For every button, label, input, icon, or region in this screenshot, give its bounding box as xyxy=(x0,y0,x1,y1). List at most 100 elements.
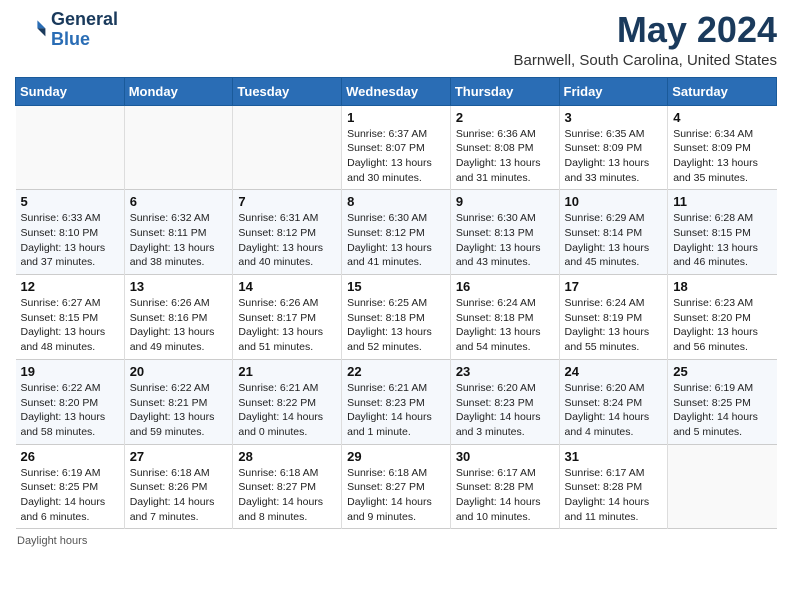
cell-info: Sunrise: 6:23 AM xyxy=(673,296,772,311)
day-number: 31 xyxy=(565,449,664,464)
subtitle: Barnwell, South Carolina, United States xyxy=(514,52,777,69)
cell-info: Sunset: 8:18 PM xyxy=(347,311,446,326)
calendar-cell: 18Sunrise: 6:23 AMSunset: 8:20 PMDayligh… xyxy=(668,275,777,360)
cell-info: Sunset: 8:12 PM xyxy=(347,226,446,241)
day-number: 10 xyxy=(565,194,664,209)
calendar-cell: 27Sunrise: 6:18 AMSunset: 8:26 PMDayligh… xyxy=(124,444,233,529)
calendar-cell xyxy=(16,105,125,190)
cell-info: Sunset: 8:17 PM xyxy=(238,311,337,326)
cell-info: Daylight: 13 hours and 58 minutes. xyxy=(21,410,120,439)
day-number: 5 xyxy=(21,194,120,209)
cell-info: Sunset: 8:27 PM xyxy=(238,480,337,495)
cell-info: Daylight: 13 hours and 46 minutes. xyxy=(673,241,772,270)
calendar-cell: 26Sunrise: 6:19 AMSunset: 8:25 PMDayligh… xyxy=(16,444,125,529)
cell-info: Sunset: 8:18 PM xyxy=(456,311,555,326)
calendar-header: SundayMondayTuesdayWednesdayThursdayFrid… xyxy=(16,77,777,105)
calendar-table: SundayMondayTuesdayWednesdayThursdayFrid… xyxy=(15,77,777,530)
day-number: 23 xyxy=(456,364,555,379)
cell-info: Daylight: 13 hours and 30 minutes. xyxy=(347,156,446,185)
cell-info: Sunset: 8:14 PM xyxy=(565,226,664,241)
cell-info: Sunset: 8:09 PM xyxy=(673,141,772,156)
calendar-cell: 16Sunrise: 6:24 AMSunset: 8:18 PMDayligh… xyxy=(450,275,559,360)
cell-info: Daylight: 13 hours and 37 minutes. xyxy=(21,241,120,270)
cell-info: Sunrise: 6:31 AM xyxy=(238,211,337,226)
calendar-cell: 10 Sunrise: 6:29 AMSunset: 8:14 PMDayligh… xyxy=(559,190,668,275)
cell-info: Sunrise: 6:29 AM xyxy=(565,211,664,226)
cell-info: Sunset: 8:15 PM xyxy=(673,226,772,241)
day-number: 7 xyxy=(238,194,337,209)
header-cell-wednesday: Wednesday xyxy=(342,77,451,105)
calendar-cell: 2Sunrise: 6:36 AMSunset: 8:08 PMDaylight… xyxy=(450,105,559,190)
calendar-cell: 9Sunrise: 6:30 AMSunset: 8:13 PMDaylight… xyxy=(450,190,559,275)
cell-info: Sunset: 8:08 PM xyxy=(456,141,555,156)
cell-info: Daylight: 14 hours and 6 minutes. xyxy=(21,495,120,524)
header-cell-tuesday: Tuesday xyxy=(233,77,342,105)
week-row-4: 19Sunrise: 6:22 AMSunset: 8:20 PMDayligh… xyxy=(16,359,777,444)
page-header: General Blue May 2024 Barnwell, South Ca… xyxy=(15,10,777,69)
day-number: 16 xyxy=(456,279,555,294)
calendar-cell: 31Sunrise: 6:17 AMSunset: 8:28 PMDayligh… xyxy=(559,444,668,529)
cell-info: Daylight: 14 hours and 9 minutes. xyxy=(347,495,446,524)
cell-info: Sunrise: 6:26 AM xyxy=(130,296,229,311)
week-row-3: 12Sunrise: 6:27 AMSunset: 8:15 PMDayligh… xyxy=(16,275,777,360)
calendar-cell: 30Sunrise: 6:17 AMSunset: 8:28 PMDayligh… xyxy=(450,444,559,529)
header-cell-sunday: Sunday xyxy=(16,77,125,105)
cell-info: Sunset: 8:20 PM xyxy=(673,311,772,326)
cell-info: Sunrise: 6:18 AM xyxy=(347,466,446,481)
day-number: 22 xyxy=(347,364,446,379)
calendar-cell: 8Sunrise: 6:30 AMSunset: 8:12 PMDaylight… xyxy=(342,190,451,275)
cell-info: Sunset: 8:24 PM xyxy=(565,396,664,411)
header-cell-monday: Monday xyxy=(124,77,233,105)
day-number: 13 xyxy=(130,279,229,294)
day-number: 9 xyxy=(456,194,555,209)
cell-info: Sunset: 8:23 PM xyxy=(456,396,555,411)
cell-info: Daylight: 13 hours and 51 minutes. xyxy=(238,325,337,354)
cell-info: Sunset: 8:26 PM xyxy=(130,480,229,495)
cell-info: Daylight: 13 hours and 33 minutes. xyxy=(565,156,664,185)
cell-info: Daylight: 13 hours and 43 minutes. xyxy=(456,241,555,270)
cell-info: Sunrise: 6:18 AM xyxy=(130,466,229,481)
day-number: 3 xyxy=(565,110,664,125)
calendar-cell: 7Sunrise: 6:31 AMSunset: 8:12 PMDaylight… xyxy=(233,190,342,275)
header-cell-friday: Friday xyxy=(559,77,668,105)
cell-info: Sunset: 8:07 PM xyxy=(347,141,446,156)
cell-info: Daylight: 14 hours and 5 minutes. xyxy=(673,410,772,439)
cell-info: Daylight: 13 hours and 54 minutes. xyxy=(456,325,555,354)
cell-info: Sunrise: 6:22 AM xyxy=(130,381,229,396)
calendar-cell: 23Sunrise: 6:20 AMSunset: 8:23 PMDayligh… xyxy=(450,359,559,444)
calendar-cell: 25Sunrise: 6:19 AMSunset: 8:25 PMDayligh… xyxy=(668,359,777,444)
cell-info: Sunset: 8:11 PM xyxy=(130,226,229,241)
cell-info: Sunset: 8:15 PM xyxy=(21,311,120,326)
cell-info: Daylight: 13 hours and 55 minutes. xyxy=(565,325,664,354)
day-number: 14 xyxy=(238,279,337,294)
calendar-cell: 4Sunrise: 6:34 AMSunset: 8:09 PMDaylight… xyxy=(668,105,777,190)
cell-info: Daylight: 13 hours and 45 minutes. xyxy=(565,241,664,270)
cell-info: Daylight: 14 hours and 3 minutes. xyxy=(456,410,555,439)
cell-info: Sunrise: 6:25 AM xyxy=(347,296,446,311)
cell-info: Daylight: 14 hours and 11 minutes. xyxy=(565,495,664,524)
calendar-cell: 20Sunrise: 6:22 AMSunset: 8:21 PMDayligh… xyxy=(124,359,233,444)
cell-info: Sunrise: 6:35 AM xyxy=(565,127,664,142)
cell-info: Sunset: 8:25 PM xyxy=(21,480,120,495)
day-number: 30 xyxy=(456,449,555,464)
calendar-cell: 1Sunrise: 6:37 AMSunset: 8:07 PMDaylight… xyxy=(342,105,451,190)
cell-info: Daylight: 13 hours and 56 minutes. xyxy=(673,325,772,354)
calendar-cell: 11Sunrise: 6:28 AMSunset: 8:15 PMDayligh… xyxy=(668,190,777,275)
cell-info: Daylight: 13 hours and 31 minutes. xyxy=(456,156,555,185)
header-cell-thursday: Thursday xyxy=(450,77,559,105)
cell-info: Sunrise: 6:21 AM xyxy=(347,381,446,396)
cell-info: Sunrise: 6:26 AM xyxy=(238,296,337,311)
week-row-2: 5Sunrise: 6:33 AMSunset: 8:10 PMDaylight… xyxy=(16,190,777,275)
calendar-cell xyxy=(124,105,233,190)
cell-info: Sunset: 8:16 PM xyxy=(130,311,229,326)
day-number: 2 xyxy=(456,110,555,125)
calendar-cell: 15Sunrise: 6:25 AMSunset: 8:18 PMDayligh… xyxy=(342,275,451,360)
cell-info: Sunrise: 6:22 AM xyxy=(21,381,120,396)
cell-info: Sunrise: 6:32 AM xyxy=(130,211,229,226)
main-title: May 2024 xyxy=(514,10,777,50)
day-number: 15 xyxy=(347,279,446,294)
header-cell-saturday: Saturday xyxy=(668,77,777,105)
cell-info: Sunset: 8:28 PM xyxy=(565,480,664,495)
day-number: 8 xyxy=(347,194,446,209)
cell-info: Daylight: 14 hours and 0 minutes. xyxy=(238,410,337,439)
